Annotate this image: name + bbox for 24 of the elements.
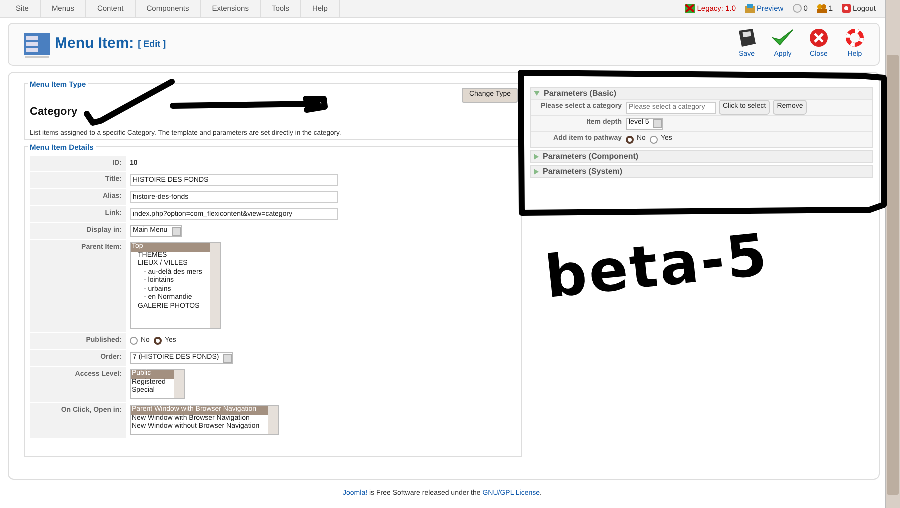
radio-button[interactable] <box>626 136 634 144</box>
logout-icon <box>842 4 852 13</box>
panel-header[interactable]: Parameters (Basic) <box>531 88 872 99</box>
handwritten-note: beta-5 <box>542 225 772 307</box>
users-icon <box>816 4 827 13</box>
panel-header[interactable]: Parameters (Component) <box>531 151 872 162</box>
close-icon <box>809 28 829 48</box>
list-scrollbar <box>268 406 278 434</box>
scrollbar-thumb[interactable] <box>887 55 899 495</box>
page-subtitle: [ Edit ] <box>138 38 166 51</box>
lifebuoy-icon <box>845 28 865 48</box>
message-icon <box>792 4 802 13</box>
menu-type-name: Category <box>30 105 78 120</box>
legacy-icon <box>685 4 696 13</box>
checkmark-icon <box>772 28 794 48</box>
radio-button[interactable] <box>130 337 138 346</box>
radio-button[interactable] <box>154 337 162 346</box>
menu-item-icon <box>23 32 51 58</box>
scrollbar[interactable] <box>885 0 900 508</box>
preview-icon <box>745 4 756 13</box>
page-title: Menu Item: <box>55 34 134 54</box>
list-scrollbar <box>174 370 184 398</box>
radio-button[interactable] <box>650 136 658 144</box>
panel-header[interactable]: Parameters (System) <box>531 166 872 177</box>
